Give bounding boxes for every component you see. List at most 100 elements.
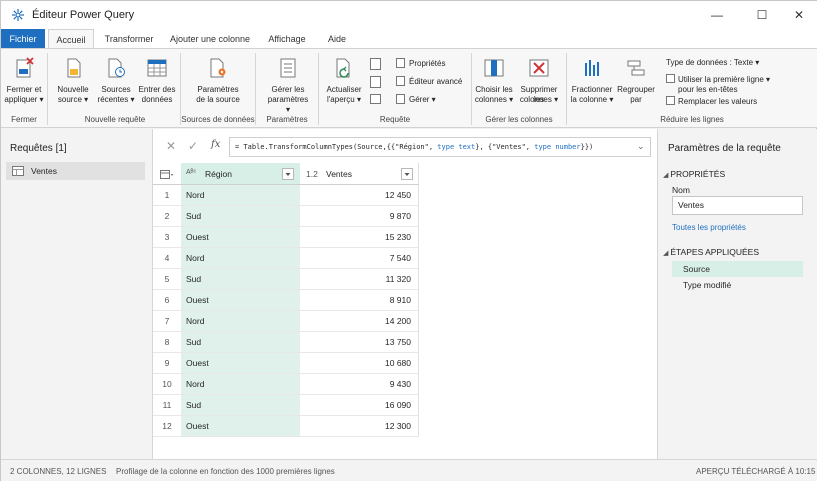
data-source-settings-button[interactable]: Paramètres de la source <box>191 57 245 111</box>
table-menu-button[interactable] <box>153 163 181 185</box>
split-column-button[interactable]: Fractionner la colonne ▾ <box>570 57 614 111</box>
properties-section-label: PROPRIÉTÉS <box>670 169 726 179</box>
small-grid-icon[interactable] <box>370 94 381 104</box>
cell-region[interactable]: Nord <box>181 248 300 269</box>
table-row[interactable]: 6 Ouest 8 910 <box>153 290 419 311</box>
column-filter-dropdown-icon[interactable] <box>282 168 294 180</box>
number-type-icon: 1.2 <box>306 169 318 179</box>
cell-ventes[interactable]: 9 430 <box>300 374 419 395</box>
recent-sources-button[interactable]: Sources récentes ▾ <box>95 57 137 111</box>
column-header-region[interactable]: Aᴮᶜ Région <box>181 163 300 185</box>
cell-region[interactable]: Sud <box>181 269 300 290</box>
cell-ventes[interactable]: 16 090 <box>300 395 419 416</box>
table-row[interactable]: 1 Nord 12 450 <box>153 185 419 206</box>
first-row-label-2: pour les en-têtes <box>678 85 738 94</box>
cell-ventes[interactable]: 15 230 <box>300 227 419 248</box>
cell-ventes[interactable]: 7 540 <box>300 248 419 269</box>
cancel-formula-icon[interactable]: ✕ <box>166 139 176 153</box>
query-name-input[interactable]: Ventes <box>672 196 803 215</box>
advanced-editor-button[interactable]: Éditeur avancé <box>396 76 462 87</box>
tab-fichier[interactable]: Fichier <box>1 29 45 49</box>
fx-icon[interactable]: fx <box>211 139 220 150</box>
choose-columns-button[interactable]: Choisir les colonnes ▾ <box>473 57 515 111</box>
table-row[interactable]: 4 Nord 7 540 <box>153 248 419 269</box>
cell-region[interactable]: Nord <box>181 185 300 206</box>
properties-button[interactable]: Propriétés <box>396 58 445 69</box>
maximize-button[interactable]: ☐ <box>748 5 776 25</box>
expand-formula-chevron-icon[interactable]: ⌄ <box>637 141 645 152</box>
cell-region[interactable]: Sud <box>181 206 300 227</box>
cell-ventes[interactable]: 14 200 <box>300 311 419 332</box>
cell-region[interactable]: Ouest <box>181 353 300 374</box>
applied-step[interactable]: Type modifié <box>672 277 803 293</box>
query-item-ventes[interactable]: Ventes <box>6 162 145 180</box>
tab-aide[interactable]: Aide <box>319 29 355 49</box>
recent-sources-icon <box>108 58 125 78</box>
close-and-apply-button[interactable]: Fermer et appliquer ▾ <box>4 57 44 111</box>
cell-region[interactable]: Ouest <box>181 227 300 248</box>
cell-region[interactable]: Nord <box>181 311 300 332</box>
manage-button[interactable]: Gérer ▾ <box>396 94 436 105</box>
new-source-button[interactable]: Nouvelle source ▾ <box>53 57 93 111</box>
name-label: Nom <box>672 185 690 195</box>
use-first-row-headers-button[interactable]: Utiliser la première ligne ▾ pour les en… <box>666 74 770 95</box>
cell-ventes[interactable]: 9 870 <box>300 206 419 227</box>
replace-values-button[interactable]: Remplacer les valeurs <box>666 96 757 107</box>
cell-ventes[interactable]: 10 680 <box>300 353 419 374</box>
refresh-preview-button[interactable]: Actualiser l'aperçu ▾ <box>323 57 365 111</box>
applied-steps-label: ÉTAPES APPLIQUÉES <box>670 247 759 257</box>
advanced-editor-label: Éditeur avancé <box>409 77 463 86</box>
all-properties-link[interactable]: Toutes les propriétés <box>672 223 746 232</box>
row-number: 11 <box>153 395 181 416</box>
table-row[interactable]: 11 Sud 16 090 <box>153 395 419 416</box>
table-row[interactable]: 10 Nord 9 430 <box>153 374 419 395</box>
advanced-editor-icon <box>396 76 405 86</box>
column-filter-dropdown-icon[interactable] <box>401 168 413 180</box>
tab-accueil[interactable]: Accueil <box>48 29 94 49</box>
table-row[interactable]: 12 Ouest 12 300 <box>153 416 419 437</box>
table-row[interactable]: 3 Ouest 15 230 <box>153 227 419 248</box>
split-column-label-2: la colonne ▾ <box>570 95 614 104</box>
row-number: 3 <box>153 227 181 248</box>
cell-ventes[interactable]: 8 910 <box>300 290 419 311</box>
table-row[interactable]: 2 Sud 9 870 <box>153 206 419 227</box>
table-row[interactable]: 7 Nord 14 200 <box>153 311 419 332</box>
minimize-button[interactable]: — <box>703 5 731 25</box>
cell-ventes[interactable]: 13 750 <box>300 332 419 353</box>
tab-affichage[interactable]: Affichage <box>259 29 315 49</box>
properties-section-header[interactable]: ◢ PROPRIÉTÉS <box>663 169 725 179</box>
small-copy-icon[interactable] <box>370 76 381 88</box>
table-row[interactable]: 5 Sud 11 320 <box>153 269 419 290</box>
cell-ventes[interactable]: 11 320 <box>300 269 419 290</box>
cell-region[interactable]: Sud <box>181 395 300 416</box>
cell-region[interactable]: Nord <box>181 374 300 395</box>
close-button[interactable]: ✕ <box>785 5 813 25</box>
group-by-button[interactable]: Regrouper par <box>615 57 657 111</box>
row-number: 12 <box>153 416 181 437</box>
confirm-formula-icon[interactable]: ✓ <box>188 139 198 153</box>
headers-icon <box>666 74 675 83</box>
tab-transformer[interactable]: Transformer <box>98 29 160 49</box>
tab-ajouter-colonne[interactable]: Ajouter une colonne <box>164 29 256 49</box>
remove-columns-button[interactable]: Supprimer les colonnes ▾ <box>515 57 563 111</box>
applied-step[interactable]: Source <box>672 261 803 277</box>
close-icon: ✕ <box>793 8 805 22</box>
row-number: 1 <box>153 185 181 206</box>
small-doc-icon[interactable] <box>370 58 381 70</box>
source-settings-label-2: de la source <box>196 95 240 104</box>
applied-steps-section-header[interactable]: ◢ ÉTAPES APPLIQUÉES <box>663 247 759 257</box>
recent-sources-label-2: récentes ▾ <box>97 95 135 104</box>
manage-parameters-button[interactable]: Gérer les paramètres ▾ <box>265 57 311 114</box>
cell-region[interactable]: Sud <box>181 332 300 353</box>
cell-region[interactable]: Ouest <box>181 416 300 437</box>
enter-data-button[interactable]: Entrer des données <box>137 57 177 111</box>
formula-bar[interactable]: = Table.TransformColumnTypes(Source,{{"R… <box>229 137 651 157</box>
properties-icon <box>396 58 405 68</box>
column-header-ventes[interactable]: 1.2 Ventes <box>300 163 419 185</box>
table-row[interactable]: 9 Ouest 10 680 <box>153 353 419 374</box>
data-type-dropdown[interactable]: Type de données : Texte ▾ <box>666 58 759 68</box>
table-row[interactable]: 8 Sud 13 750 <box>153 332 419 353</box>
cell-ventes[interactable]: 12 450 <box>300 185 419 206</box>
cell-ventes[interactable]: 12 300 <box>300 416 419 437</box>
cell-region[interactable]: Ouest <box>181 290 300 311</box>
